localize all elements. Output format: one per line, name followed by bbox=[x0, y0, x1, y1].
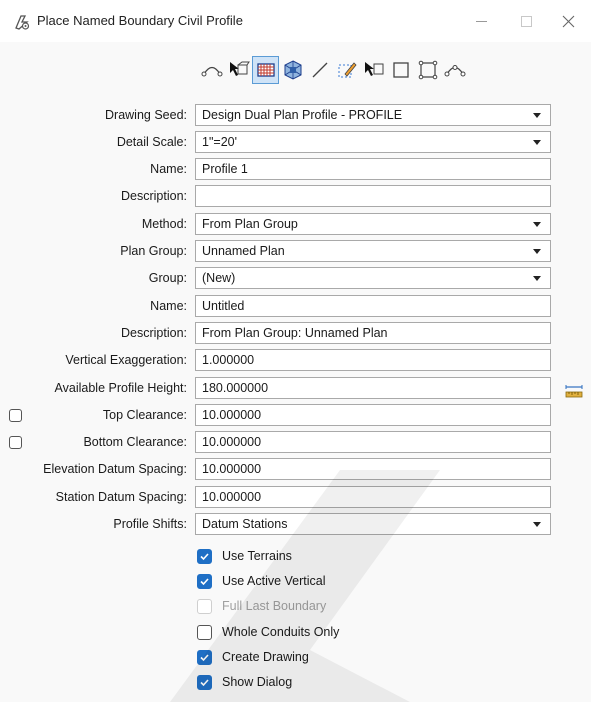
profile-by-edit-icon[interactable] bbox=[333, 56, 360, 84]
dialog-window: Place Named Boundary Civil Profile Drawi… bbox=[0, 0, 591, 702]
app-icon bbox=[15, 15, 30, 30]
use-terrains-label: Use Terrains bbox=[222, 549, 292, 563]
bottom-clearance-field[interactable]: 10.000000 bbox=[195, 431, 551, 453]
profile-by-element-icon[interactable] bbox=[360, 56, 387, 84]
name-field[interactable]: Profile 1 bbox=[195, 158, 551, 180]
profile-3d-icon[interactable] bbox=[279, 56, 306, 84]
vertical-exaggeration-field[interactable]: 1.000000 bbox=[195, 349, 551, 371]
maximize-button[interactable] bbox=[506, 8, 546, 34]
checkbox-checked[interactable] bbox=[197, 674, 212, 690]
group-label: Group: bbox=[148, 271, 187, 285]
vertical-exaggeration-label: Vertical Exaggeration: bbox=[65, 353, 187, 367]
elevation-datum-spacing-label: Elevation Datum Spacing: bbox=[43, 462, 187, 476]
available-profile-height-field[interactable]: 180.000000 bbox=[195, 377, 551, 399]
group-name-label: Name: bbox=[150, 299, 187, 313]
ruler-icon[interactable] bbox=[565, 384, 583, 398]
show-dialog-option[interactable]: Show Dialog bbox=[197, 672, 292, 692]
profile-grid-icon[interactable] bbox=[252, 56, 279, 84]
available-profile-height-label: Available Profile Height: bbox=[54, 381, 187, 395]
drawing-seed-select[interactable]: Design Dual Plan Profile - PROFILE bbox=[195, 104, 551, 126]
use-active-vertical-label: Use Active Vertical bbox=[222, 574, 326, 588]
elevation-datum-spacing-field[interactable]: 10.000000 bbox=[195, 458, 551, 480]
create-drawing-label: Create Drawing bbox=[222, 650, 309, 664]
profile-by-polygon-icon[interactable] bbox=[414, 56, 441, 84]
minimize-button[interactable] bbox=[461, 8, 501, 34]
name-label: Name: bbox=[150, 162, 187, 176]
profile-by-curve2-icon[interactable] bbox=[441, 56, 468, 84]
bottom-clearance-checkbox[interactable] bbox=[9, 436, 22, 449]
title-bar[interactable]: Place Named Boundary Civil Profile bbox=[0, 0, 591, 42]
top-clearance-field[interactable]: 10.000000 bbox=[195, 404, 551, 426]
use-active-vertical-option[interactable]: Use Active Vertical bbox=[197, 571, 326, 591]
bottom-clearance-label: Bottom Clearance: bbox=[83, 435, 187, 449]
checkmark-icon bbox=[200, 678, 209, 686]
checkmark-icon bbox=[200, 552, 209, 560]
close-button[interactable] bbox=[548, 8, 588, 34]
top-clearance-label: Top Clearance: bbox=[102, 408, 187, 422]
method-label: Method: bbox=[141, 217, 187, 231]
profile-by-shape-icon[interactable] bbox=[225, 56, 252, 84]
group-name-field[interactable]: Untitled bbox=[195, 295, 551, 317]
profile-shifts-select[interactable]: Datum Stations bbox=[195, 513, 551, 535]
detail-scale-label: Detail Scale: bbox=[116, 135, 187, 149]
whole-conduits-only-label: Whole Conduits Only bbox=[222, 625, 340, 639]
checkmark-icon bbox=[200, 653, 209, 661]
profile-shifts-label: Profile Shifts: bbox=[113, 517, 187, 531]
checkbox-disabled bbox=[197, 598, 212, 614]
create-drawing-option[interactable]: Create Drawing bbox=[197, 647, 309, 667]
station-datum-spacing-field[interactable]: 10.000000 bbox=[195, 486, 551, 508]
top-clearance-checkbox[interactable] bbox=[9, 409, 22, 422]
group-select[interactable]: (New) bbox=[195, 267, 551, 289]
window-title: Place Named Boundary Civil Profile bbox=[37, 13, 243, 28]
group-description-label: Description: bbox=[121, 326, 187, 340]
whole-conduits-only-option[interactable]: Whole Conduits Only bbox=[197, 622, 339, 642]
profile-by-line-icon[interactable] bbox=[306, 56, 333, 84]
close-icon bbox=[562, 15, 574, 27]
checkbox-checked[interactable] bbox=[197, 573, 212, 589]
description-field[interactable] bbox=[195, 185, 551, 207]
checkbox-checked[interactable] bbox=[197, 548, 212, 564]
detail-scale-select[interactable]: 1"=20' bbox=[195, 131, 551, 153]
station-datum-spacing-label: Station Datum Spacing: bbox=[55, 490, 187, 504]
checkbox-checked[interactable] bbox=[197, 649, 212, 665]
checkbox-unchecked[interactable] bbox=[197, 624, 212, 640]
description-label: Description: bbox=[121, 189, 187, 203]
use-terrains-option[interactable]: Use Terrains bbox=[197, 546, 292, 566]
checkmark-icon bbox=[200, 577, 209, 585]
full-last-boundary-label: Full Last Boundary bbox=[222, 599, 327, 613]
group-description-field[interactable]: From Plan Group: Unnamed Plan bbox=[195, 322, 551, 344]
show-dialog-label: Show Dialog bbox=[222, 675, 293, 689]
plan-group-label: Plan Group: bbox=[120, 244, 187, 258]
method-toolbar bbox=[198, 56, 468, 84]
profile-by-rectangle-icon[interactable] bbox=[387, 56, 414, 84]
profile-by-curve-icon[interactable] bbox=[198, 56, 225, 84]
full-last-boundary-option: Full Last Boundary bbox=[197, 596, 326, 616]
method-select[interactable]: From Plan Group bbox=[195, 213, 551, 235]
drawing-seed-label: Drawing Seed: bbox=[105, 108, 187, 122]
plan-group-select[interactable]: Unnamed Plan bbox=[195, 240, 551, 262]
